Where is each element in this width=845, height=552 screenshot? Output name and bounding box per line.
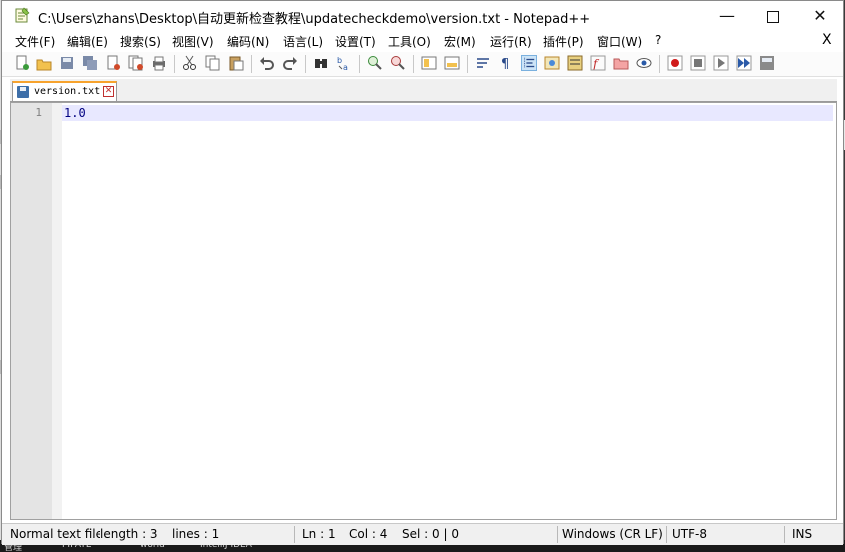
menu-run[interactable]: 运行(R) <box>490 33 532 50</box>
toolbar-separator <box>659 55 660 73</box>
paste-icon[interactable] <box>228 55 244 71</box>
status-line-number: Ln : 1 <box>302 527 336 541</box>
toolbar-separator <box>251 55 252 73</box>
status-doc-type: Normal text file <box>10 527 100 541</box>
status-insert-mode[interactable]: INS <box>792 527 812 541</box>
toolbar-separator <box>305 55 306 73</box>
toolbar-separator <box>174 55 175 73</box>
svg-text:b: b <box>337 56 342 65</box>
close-all-icon[interactable] <box>128 55 144 71</box>
zoom-out-icon[interactable] <box>390 55 406 71</box>
cut-icon[interactable] <box>182 55 198 71</box>
title-bar[interactable]: C:\Users\zhans\Desktop\自动更新检查教程\updatech… <box>2 1 843 31</box>
tab-bar: version.txt ✕ <box>10 79 837 102</box>
code-line[interactable]: 1.0 <box>64 106 86 120</box>
function-list-icon[interactable] <box>567 55 583 71</box>
new-file-icon[interactable] <box>14 55 30 71</box>
print-icon[interactable] <box>151 55 167 71</box>
status-bar: Normal text file length : 3 lines : 1 Ln… <box>2 523 843 545</box>
open-file-icon[interactable] <box>36 55 52 71</box>
save-macro-icon[interactable] <box>759 55 775 71</box>
line-number: 1 <box>35 106 42 119</box>
status-separator <box>784 526 785 543</box>
menu-encoding[interactable]: 编码(N) <box>227 33 269 50</box>
menu-help[interactable]: ? <box>655 33 661 47</box>
status-length: length : 3 <box>100 527 158 541</box>
save-icon[interactable] <box>59 55 75 71</box>
function-icon[interactable]: f <box>590 55 606 71</box>
current-line-highlight <box>62 105 833 121</box>
status-separator <box>557 526 558 543</box>
menu-file[interactable]: 文件(F) <box>15 33 55 50</box>
menu-bar: 文件(F) 编辑(E) 搜索(S) 视图(V) 编码(N) 语言(L) 设置(T… <box>2 31 843 52</box>
fold-margin[interactable] <box>52 103 62 519</box>
menu-view[interactable]: 视图(V) <box>172 33 214 50</box>
save-all-icon[interactable] <box>82 55 98 71</box>
close-document-button[interactable]: X <box>822 32 832 48</box>
replace-icon[interactable]: ba <box>336 55 352 71</box>
find-icon[interactable] <box>313 55 329 71</box>
monitor-icon[interactable] <box>636 55 652 71</box>
status-separator <box>666 526 667 543</box>
menu-language[interactable]: 语言(L) <box>283 33 323 50</box>
window-title: C:\Users\zhans\Desktop\自动更新检查教程\updatech… <box>38 12 591 27</box>
status-eol[interactable]: Windows (CR LF) <box>562 527 663 541</box>
menu-plugins[interactable]: 插件(P) <box>543 33 584 50</box>
zoom-in-icon[interactable] <box>367 55 383 71</box>
notepadpp-app-icon <box>15 7 30 23</box>
copy-icon[interactable] <box>205 55 221 71</box>
stop-macro-icon[interactable] <box>690 55 706 71</box>
status-encoding[interactable]: UTF-8 <box>672 527 707 541</box>
close-icon: ✕ <box>813 6 827 25</box>
tab-version-txt[interactable]: version.txt ✕ <box>12 81 117 101</box>
toolbar-separator <box>467 55 468 73</box>
saved-file-icon <box>17 86 29 98</box>
notepadpp-window: C:\Users\zhans\Desktop\自动更新检查教程\updatech… <box>1 0 844 545</box>
maximize-icon <box>767 11 779 23</box>
menu-search[interactable]: 搜索(S) <box>120 33 161 50</box>
indent-guide-icon[interactable] <box>521 55 537 71</box>
status-separator <box>294 526 295 543</box>
show-all-chars-icon[interactable]: ¶ <box>498 55 514 71</box>
run-macro-multiple-icon[interactable] <box>736 55 752 71</box>
close-window-button[interactable]: ✕ <box>797 1 843 31</box>
close-file-icon[interactable] <box>105 55 121 71</box>
menu-macro[interactable]: 宏(M) <box>444 33 476 50</box>
status-lines: lines : 1 <box>172 527 220 541</box>
folder-workspace-icon[interactable] <box>613 55 629 71</box>
status-column: Col : 4 <box>349 527 388 541</box>
undo-icon[interactable] <box>259 55 275 71</box>
sync-horizontal-icon[interactable] <box>444 55 460 71</box>
record-macro-icon[interactable] <box>667 55 683 71</box>
minimize-button[interactable]: — <box>704 1 750 31</box>
menu-settings[interactable]: 设置(T) <box>335 33 376 50</box>
menu-tools[interactable]: 工具(O) <box>388 33 431 50</box>
tab-label: version.txt <box>34 86 101 97</box>
sync-vertical-icon[interactable] <box>421 55 437 71</box>
toolbar: ba ¶ f <box>2 52 843 77</box>
menu-window[interactable]: 窗口(W) <box>597 33 642 50</box>
document-map-icon[interactable] <box>544 55 560 71</box>
maximize-button[interactable] <box>750 1 796 31</box>
svg-text:f: f <box>592 57 600 71</box>
tab-close-icon[interactable]: ✕ <box>103 86 114 97</box>
svg-text:¶: ¶ <box>501 57 509 71</box>
redo-icon[interactable] <box>282 55 298 71</box>
toolbar-separator <box>413 55 414 73</box>
play-macro-icon[interactable] <box>713 55 729 71</box>
editor[interactable]: 1 1.0 <box>10 102 837 520</box>
svg-text:a: a <box>343 63 348 71</box>
toolbar-separator <box>359 55 360 73</box>
status-selection: Sel : 0 | 0 <box>402 527 459 541</box>
word-wrap-icon[interactable] <box>475 55 491 71</box>
minimize-icon: — <box>719 6 735 25</box>
menu-edit[interactable]: 编辑(E) <box>67 33 108 50</box>
